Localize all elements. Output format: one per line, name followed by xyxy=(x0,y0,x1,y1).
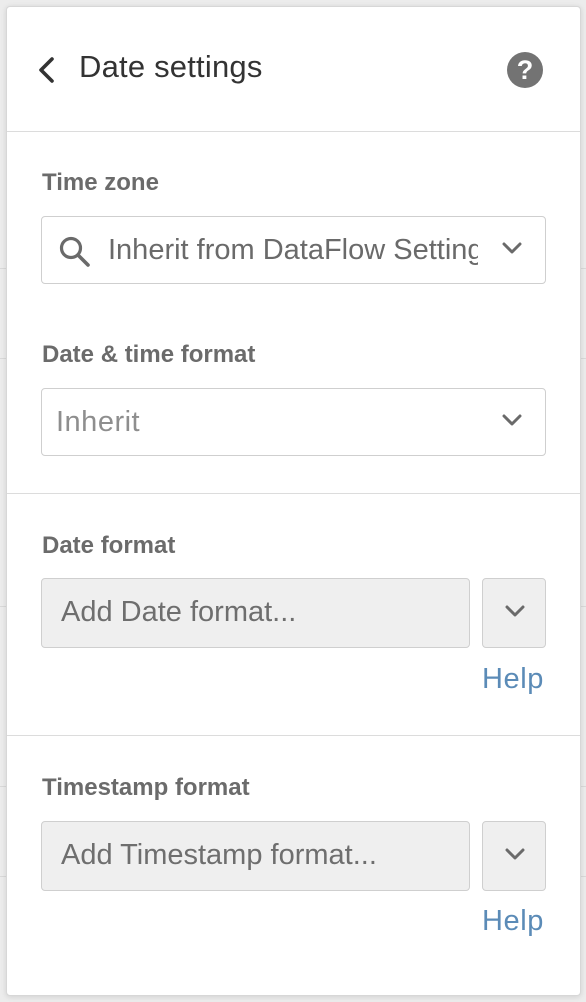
timestamp-format-label: Timestamp format xyxy=(42,774,250,801)
timestamp-format-help-link[interactable]: Help xyxy=(482,905,544,938)
datetime-format-value: Inherit xyxy=(56,406,141,438)
chevron-down-icon xyxy=(502,414,522,426)
section-divider xyxy=(7,735,580,736)
time-zone-label: Time zone xyxy=(42,169,159,196)
chevron-down-icon xyxy=(505,605,525,617)
timestamp-format-dropdown-button[interactable] xyxy=(482,821,546,891)
question-circle-icon[interactable]: ? xyxy=(507,52,543,88)
date-format-help-link[interactable]: Help xyxy=(482,663,544,696)
back-button[interactable] xyxy=(33,51,69,87)
search-icon xyxy=(59,236,90,267)
panel-header: Date settings ? xyxy=(7,7,580,132)
time-zone-value: Inherit from DataFlow Settings xyxy=(108,234,478,266)
page-title: Date settings xyxy=(79,49,263,84)
date-settings-panel: Date settings ? Time zone Inherit from D… xyxy=(6,6,581,996)
date-format-input[interactable]: Add Date format... xyxy=(41,578,470,648)
timestamp-format-input[interactable]: Add Timestamp format... xyxy=(41,821,470,891)
time-zone-select[interactable]: Inherit from DataFlow Settings xyxy=(41,216,546,284)
chevron-left-icon xyxy=(39,57,54,83)
date-format-dropdown-button[interactable] xyxy=(482,578,546,648)
datetime-format-select[interactable]: Inherit xyxy=(41,388,546,456)
date-format-label: Date format xyxy=(42,532,176,559)
section-divider xyxy=(7,493,580,494)
datetime-format-label: Date & time format xyxy=(42,341,256,368)
chevron-down-icon xyxy=(505,848,525,860)
chevron-down-icon xyxy=(502,242,522,254)
